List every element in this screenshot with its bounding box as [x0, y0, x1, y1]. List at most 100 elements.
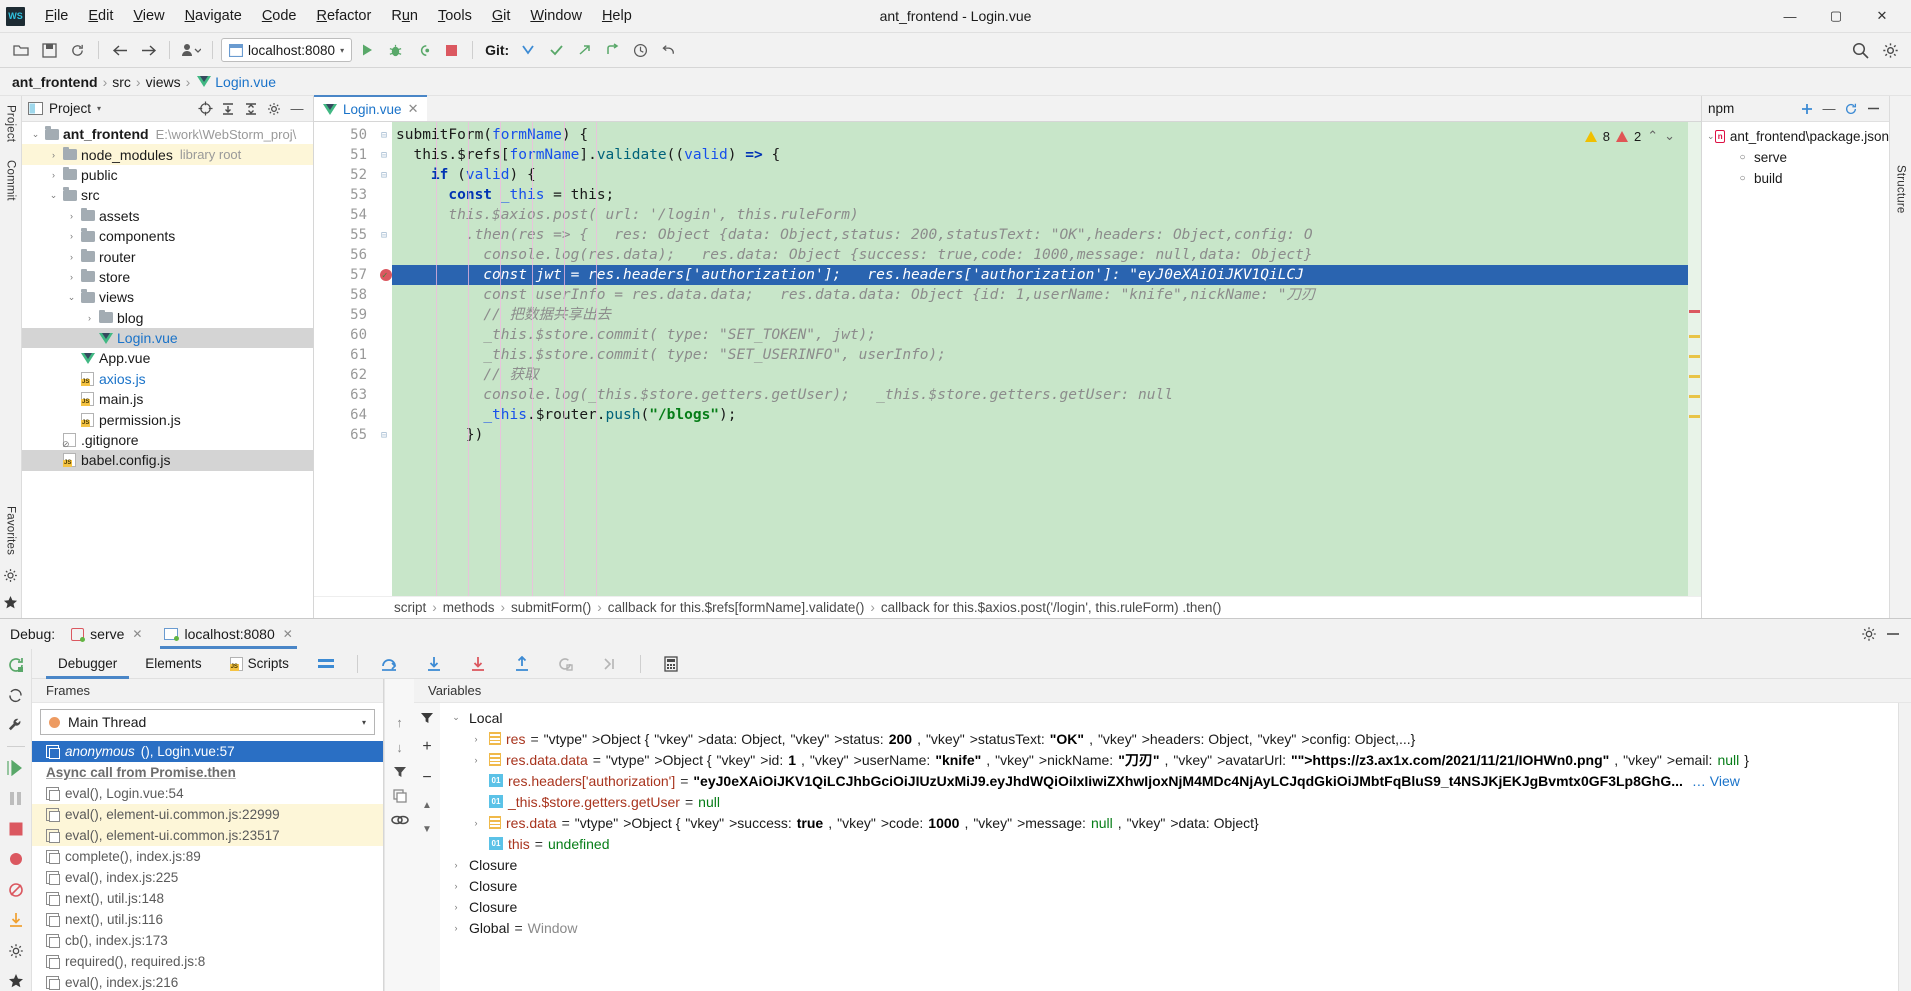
- code-line-50[interactable]: submitForm(formName) {: [392, 125, 1701, 145]
- tree-node-login-vue[interactable]: Login.vue: [22, 327, 313, 349]
- code-line-60[interactable]: _this.$store.commit( type: "SET_TOKEN", …: [392, 325, 1701, 345]
- variables-tree[interactable]: ⌄ Local › res = "vtype" >Object {"vkey" >data…: [440, 703, 1898, 991]
- fold-marker-60[interactable]: [376, 325, 392, 345]
- line-number-50[interactable]: 50: [314, 125, 376, 145]
- fold-marker-63[interactable]: [376, 385, 392, 405]
- close-icon-localhost[interactable]: ✕: [283, 627, 293, 641]
- disclosure-arrow[interactable]: ⌄: [28, 129, 43, 140]
- code-line-55[interactable]: .then(res => { res: Object {data: Object…: [392, 225, 1701, 245]
- disclosure-arrow[interactable]: ›: [448, 881, 464, 891]
- gear-icon-debug[interactable]: [1861, 626, 1877, 642]
- tree-node-src[interactable]: ⌄ src: [22, 185, 313, 205]
- fold-marker-62[interactable]: [376, 365, 392, 385]
- git-revert-icon[interactable]: [655, 37, 681, 63]
- stop-program-icon[interactable]: [5, 819, 27, 838]
- code-breadcrumb-item[interactable]: submitForm(): [511, 600, 591, 615]
- code-line-56[interactable]: console.log(res.data); res.data: Object …: [392, 245, 1701, 265]
- search-icon[interactable]: [1847, 37, 1873, 63]
- attach-debugger-icon[interactable]: [410, 37, 436, 63]
- debug-session-tab-localhost[interactable]: localhost:8080 ✕: [158, 619, 298, 649]
- disclosure-arrow[interactable]: ›: [448, 860, 464, 870]
- line-number-65[interactable]: 65: [314, 425, 376, 445]
- rerun-icon[interactable]: [5, 655, 27, 674]
- frame-item[interactable]: eval(), index.js:216: [32, 972, 383, 991]
- variable-row[interactable]: › Closure: [440, 875, 1898, 896]
- layout-settings-icon-group[interactable]: [305, 649, 347, 679]
- menu-item-help[interactable]: Help: [592, 5, 642, 27]
- code-line-54[interactable]: this.$axios.post( url: '/login', this.ru…: [392, 205, 1701, 225]
- disclosure-arrow[interactable]: ›: [64, 231, 79, 241]
- hide-npm-icon[interactable]: [1863, 99, 1883, 119]
- resume-program-icon[interactable]: [5, 758, 27, 777]
- breadcrumb-file[interactable]: Login.vue: [215, 74, 276, 90]
- remove-watch-icon[interactable]: −: [422, 769, 431, 787]
- star-icon-stripe[interactable]: [3, 595, 18, 614]
- async-chain-icon[interactable]: [390, 813, 409, 827]
- fold-column[interactable]: ⊟ ⊟ ⊟ ⊟ ⊟: [376, 122, 392, 596]
- chevron-down-icon-project[interactable]: ▾: [97, 104, 101, 113]
- code-line-51[interactable]: this.$refs[formName].validate((valid) =>…: [392, 145, 1701, 165]
- forward-arrow-icon[interactable]: [135, 37, 161, 63]
- tree-node-permission-js[interactable]: permission.js: [22, 409, 313, 429]
- disclosure-arrow[interactable]: ›: [46, 170, 61, 180]
- code-editor[interactable]: 50515253545556575859606162636465 ⊟⊟⊟⊟⊟ s…: [314, 122, 1701, 596]
- line-number-55[interactable]: 55: [314, 225, 376, 245]
- tab-debugger[interactable]: Debugger: [46, 649, 130, 679]
- force-step-into-icon[interactable]: [458, 649, 498, 679]
- fold-marker-54[interactable]: [376, 205, 392, 225]
- menu-item-view[interactable]: View: [123, 5, 174, 27]
- tree-node-store[interactable]: › store: [22, 267, 313, 287]
- disclosure-arrow[interactable]: ›: [64, 272, 79, 282]
- variable-row[interactable]: 01 _this.$store.getters.getUser = null: [440, 791, 1898, 812]
- code-line-61[interactable]: _this.$store.commit( type: "SET_USERINFO…: [392, 345, 1701, 365]
- mute-breakpoints-icon[interactable]: [5, 880, 27, 899]
- filter-variables-icon[interactable]: [420, 711, 434, 725]
- debug-button[interactable]: [382, 37, 408, 63]
- hide-debug-icon[interactable]: [1885, 626, 1901, 642]
- step-over-icon[interactable]: [368, 649, 410, 679]
- frame-item[interactable]: cb(), index.js:173: [32, 930, 383, 951]
- frame-item[interactable]: eval(), element-ui.common.js:22999: [32, 804, 383, 825]
- tree-node-blog[interactable]: › blog: [22, 308, 313, 328]
- collapse-all-icon[interactable]: [241, 99, 261, 119]
- code-breadcrumb-item[interactable]: methods: [443, 600, 495, 615]
- line-number-64[interactable]: 64: [314, 405, 376, 425]
- open-project-icon[interactable]: [8, 37, 34, 63]
- line-number-59[interactable]: 59: [314, 305, 376, 325]
- calculator-icon[interactable]: [651, 649, 691, 679]
- fold-marker-52[interactable]: ⊟: [376, 165, 392, 185]
- frame-item[interactable]: eval(), Login.vue:54: [32, 783, 383, 804]
- close-icon[interactable]: ✕: [408, 101, 419, 117]
- npm-node-serve[interactable]: ○ serve: [1702, 147, 1889, 168]
- fold-marker-51[interactable]: ⊟: [376, 145, 392, 165]
- settings-wrench-icon[interactable]: [5, 716, 27, 735]
- line-number-61[interactable]: 61: [314, 345, 376, 365]
- run-to-cursor-icon[interactable]: [546, 649, 586, 679]
- tree-node-app-vue[interactable]: App.vue: [22, 348, 313, 368]
- pause-program-icon[interactable]: [5, 789, 27, 808]
- code-breadcrumb-item[interactable]: callback for this.$refs[formName].valida…: [608, 600, 865, 615]
- variable-row[interactable]: › res.data.data = "vtype" >Object {"vkey" >…: [440, 749, 1898, 770]
- prev-problem-icon[interactable]: ⌃: [1647, 128, 1658, 144]
- menu-item-window[interactable]: Window: [520, 5, 592, 27]
- disclosure-arrow[interactable]: ⌄: [448, 712, 464, 723]
- fold-marker-53[interactable]: [376, 185, 392, 205]
- fold-marker-55[interactable]: ⊟: [376, 225, 392, 245]
- git-push-icon[interactable]: [571, 37, 597, 63]
- minimize-button[interactable]: —: [1767, 1, 1813, 32]
- move-watch-down-icon[interactable]: ▼: [422, 824, 432, 835]
- save-all-icon[interactable]: [36, 37, 62, 63]
- back-arrow-icon[interactable]: [107, 37, 133, 63]
- line-number-60[interactable]: 60: [314, 325, 376, 345]
- npm-node-build[interactable]: ○ build: [1702, 168, 1889, 189]
- code-breadcrumb-item[interactable]: callback for this.$axios.post('/login', …: [881, 600, 1222, 615]
- sync-icon[interactable]: [64, 37, 90, 63]
- code-line-58[interactable]: const userInfo = res.data.data; res.data…: [392, 285, 1701, 305]
- code-line-53[interactable]: const _this = this;: [392, 185, 1701, 205]
- close-icon-serve[interactable]: ✕: [132, 627, 142, 641]
- tree-node-assets[interactable]: › assets: [22, 206, 313, 226]
- tree-node-router[interactable]: › router: [22, 246, 313, 266]
- git-commit-icon[interactable]: [543, 37, 569, 63]
- gear-icon[interactable]: [1877, 37, 1903, 63]
- refresh-frames-icon[interactable]: [5, 685, 27, 704]
